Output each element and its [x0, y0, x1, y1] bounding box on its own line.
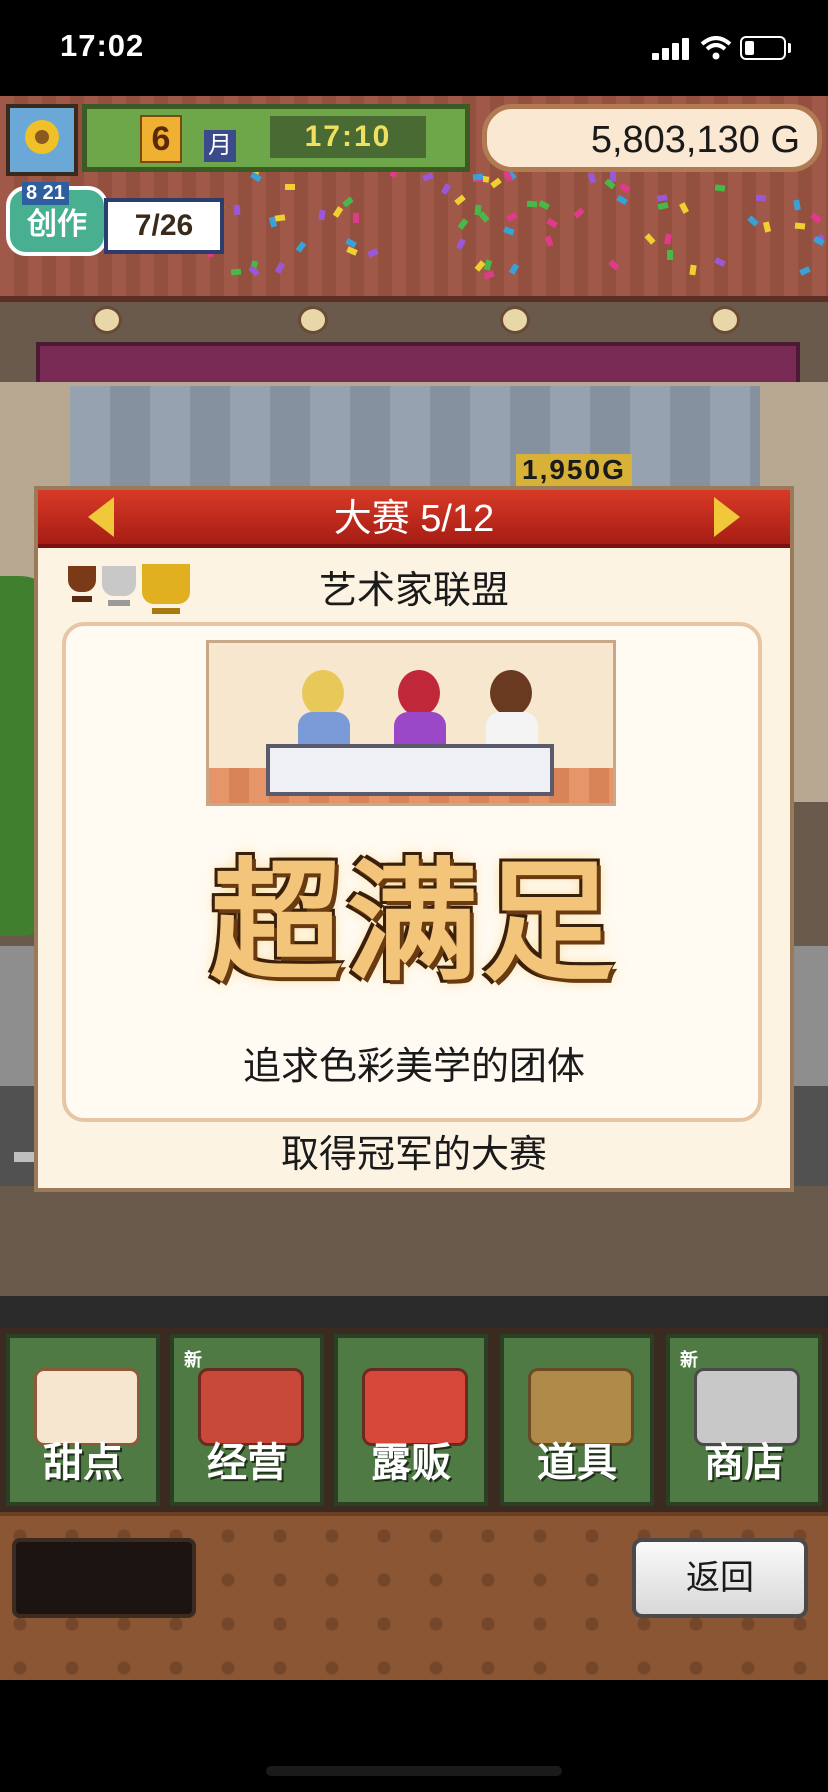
menu-manage-button[interactable]: 新 经营 [170, 1334, 324, 1506]
trophy-base [108, 600, 130, 606]
confetti-piece [474, 204, 482, 216]
month-number: 6 [140, 115, 182, 163]
menu-store-button[interactable]: 新 商店 [666, 1334, 822, 1506]
judge-body [486, 712, 538, 746]
team-description: 追求色彩美学的团体 [242, 1046, 585, 1088]
rating-text: 超满足 [210, 846, 618, 1000]
dialog-title: 大赛 5/12 [333, 498, 495, 540]
judge-body [394, 712, 446, 746]
bronze-trophy-icon [68, 566, 96, 592]
sunflower-icon[interactable] [6, 104, 78, 176]
confetti-piece [285, 184, 295, 190]
menu-label: 经营 [207, 1441, 287, 1485]
menu-label: 商店 [704, 1441, 784, 1485]
game-clock: 17:10 [270, 116, 426, 158]
judge-blonde [302, 670, 344, 716]
judge-table [266, 744, 554, 796]
home-indicator[interactable] [266, 1766, 562, 1776]
menu-label: 甜点 [43, 1441, 123, 1485]
signal-icon [652, 38, 692, 60]
judge-sunglasses [490, 670, 532, 716]
arrow-left-icon[interactable] [88, 497, 114, 537]
silver-trophy-icon [102, 566, 136, 596]
confetti-piece [794, 222, 806, 230]
shop-awning [36, 342, 800, 386]
confetti-piece [230, 268, 242, 276]
gold-trophy-icon [142, 564, 190, 604]
menu-items-button[interactable]: 道具 [500, 1334, 654, 1506]
judge-body [298, 712, 350, 746]
arrow-right-icon[interactable] [714, 497, 740, 537]
new-badge: 新 [680, 1350, 698, 1370]
confetti-piece [667, 250, 673, 260]
shop-price-sign: 1,950G [516, 454, 632, 486]
scene-bottom [0, 1296, 828, 1328]
judge-beret [398, 670, 440, 716]
league-name: 艺术家联盟 [318, 570, 509, 612]
trophy-base [72, 596, 92, 602]
money-amount: 5,803,130 G [590, 119, 800, 161]
menu-dessert-button[interactable]: 甜点 [6, 1334, 160, 1506]
menu-label: 道具 [537, 1441, 617, 1485]
create-progress: 7/26 [104, 198, 224, 254]
wifi-icon [700, 36, 732, 60]
confetti-piece [714, 184, 726, 192]
trophy-base [152, 608, 180, 614]
menu-stall-button[interactable]: 露贩 [334, 1334, 488, 1506]
confetti-piece [233, 204, 241, 216]
confetti-piece [352, 212, 360, 224]
status-time: 17:02 [60, 28, 145, 63]
confetti-piece [755, 194, 767, 202]
new-badge: 新 [184, 1350, 202, 1370]
create-date: 8 21 [22, 182, 69, 205]
month-label: 月 [204, 130, 236, 162]
back-button[interactable]: 返回 [632, 1538, 808, 1618]
contest-note: 取得冠军的大赛 [280, 1134, 547, 1176]
confetti-piece [472, 173, 484, 181]
battery-tip [788, 43, 791, 53]
battery-icon [740, 36, 786, 60]
status-bar: 17:02 [0, 0, 828, 96]
menu-label: 露贩 [371, 1441, 451, 1485]
confetti-piece [526, 200, 538, 208]
footer-display [12, 1538, 196, 1618]
